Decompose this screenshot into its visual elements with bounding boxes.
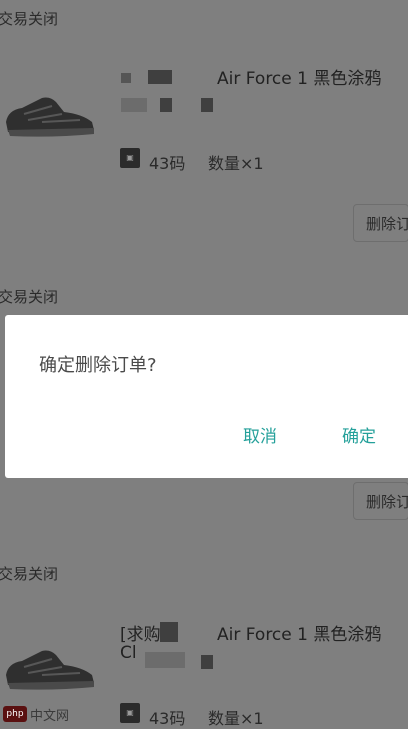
redacted-block xyxy=(160,622,178,642)
redacted-block xyxy=(145,652,185,668)
product-title-line2: Cl xyxy=(120,643,137,663)
brand-badge-icon: ▣ xyxy=(120,703,140,723)
product-title: Air Force 1 黑色涂鸦 xyxy=(217,625,382,645)
brand-badge-icon: ▣ xyxy=(120,148,140,168)
delete-order-button[interactable]: 删除订单 xyxy=(353,204,408,242)
product-quantity: 数量×1 xyxy=(208,709,264,728)
product-title-prefix: [求购 xyxy=(120,625,161,645)
redacted-block xyxy=(160,98,172,112)
order-status: 交易关闭 xyxy=(0,10,59,28)
redacted-block xyxy=(121,98,147,112)
confirm-button[interactable]: 确定 xyxy=(342,422,376,447)
confirm-delete-dialog: 确定删除订单? 取消 确定 xyxy=(5,315,408,478)
redacted-block xyxy=(201,98,213,112)
cancel-button[interactable]: 取消 xyxy=(243,422,277,447)
sneaker-thumbnail xyxy=(6,650,94,690)
dialog-message: 确定删除订单? xyxy=(39,355,157,376)
redacted-block xyxy=(121,73,131,83)
product-size: 43码 xyxy=(149,154,186,173)
watermark-text: 中文网 xyxy=(30,709,70,724)
redacted-block xyxy=(148,70,172,84)
product-size: 43码 xyxy=(149,709,186,728)
redacted-block xyxy=(201,655,213,669)
product-quantity: 数量×1 xyxy=(208,154,264,173)
php-logo: php xyxy=(3,706,27,722)
order-status: 交易关闭 xyxy=(0,565,59,583)
sneaker-thumbnail xyxy=(6,97,94,137)
delete-order-button[interactable]: 删除订单 xyxy=(353,482,408,520)
order-status: 交易关闭 xyxy=(0,288,59,306)
product-title: Air Force 1 黑色涂鸦 xyxy=(217,69,382,89)
